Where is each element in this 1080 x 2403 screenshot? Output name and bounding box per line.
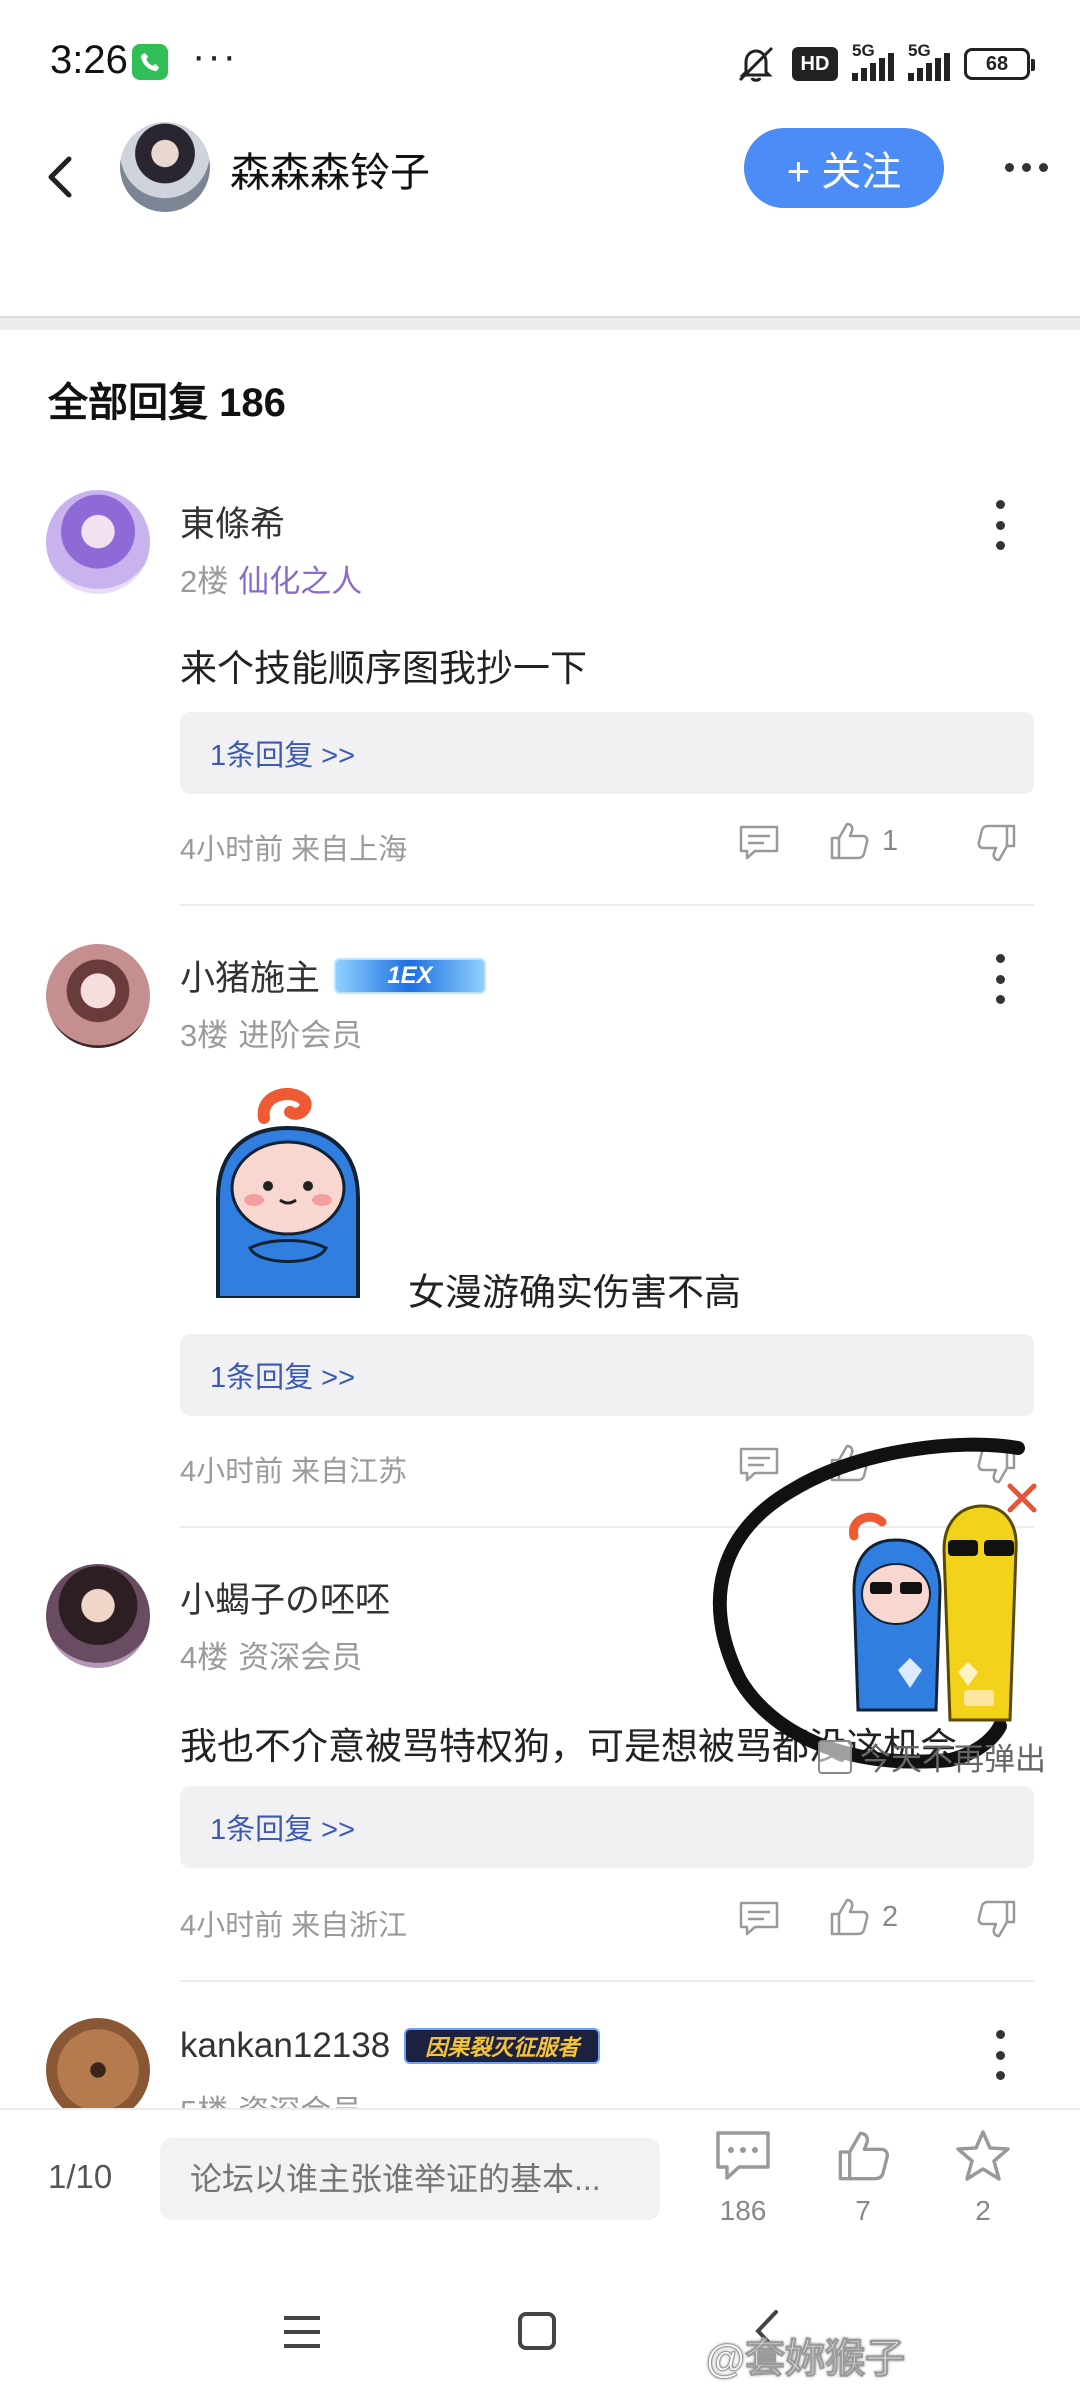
comment-meta: 4楼 资深会员 xyxy=(180,1632,362,1677)
comment-author-name: 東條希 xyxy=(180,505,286,544)
favorite-count: 2 xyxy=(975,2195,991,2226)
thumbs-down-icon xyxy=(977,824,1016,862)
comment-author[interactable]: 小猪施主 1EX xyxy=(180,950,487,1001)
comment-more-button[interactable] xyxy=(990,954,1010,1004)
avatar[interactable] xyxy=(46,2018,150,2122)
recent-apps-button[interactable] xyxy=(282,2314,322,2355)
star-icon xyxy=(956,2130,1010,2181)
call-icon xyxy=(132,44,168,80)
dislike-button[interactable] xyxy=(976,822,1018,869)
floor-number: 3楼 xyxy=(180,1018,229,1053)
user-title: 进阶会员 xyxy=(238,1018,363,1053)
reply-icon[interactable] xyxy=(738,824,780,867)
thumbs-up-icon xyxy=(830,822,869,860)
battery-icon: 68 xyxy=(964,48,1035,80)
divider xyxy=(0,316,1080,330)
dont-show-label: 今天不再弹出 xyxy=(860,1742,1046,1777)
comment-more-button[interactable] xyxy=(990,2030,1010,2080)
comment-text: 女漫游确实伤害不高 xyxy=(408,1272,741,1313)
comment-more-button[interactable] xyxy=(990,500,1010,550)
user-title: 仙化之人 xyxy=(238,564,363,599)
like-button[interactable]: 2 xyxy=(828,1896,898,1938)
user-title: 资深会员 xyxy=(238,1640,363,1675)
home-button[interactable] xyxy=(518,2312,556,2350)
signal-icon-2: 5G xyxy=(908,41,950,81)
comment-input[interactable] xyxy=(160,2138,660,2220)
reply-icon[interactable] xyxy=(738,1900,780,1943)
status-right: HD 5G 5G 68 xyxy=(734,40,1035,88)
dont-show-today[interactable]: 今天不再弹出 xyxy=(818,1734,1046,1779)
net-label-1: 5G xyxy=(852,41,875,60)
comments-button[interactable]: 186 xyxy=(698,2128,788,2227)
comment-separator xyxy=(180,904,1034,906)
dont-show-checkbox[interactable] xyxy=(818,1739,852,1774)
hd-badge: HD xyxy=(792,47,838,81)
comment-meta: 2楼 仙化之人 xyxy=(180,556,362,601)
user-badge: 1EX xyxy=(334,957,487,994)
floating-popup: 今天不再弹出 xyxy=(700,1430,1080,1810)
comment-actions: 1 xyxy=(738,818,1038,868)
comment-icon xyxy=(716,2131,770,2180)
bottom-action-bar: 1/10 186 7 2 xyxy=(0,2108,1080,2256)
comment-separator xyxy=(180,1980,1034,1982)
comment-author-name: 小猪施主 xyxy=(180,959,321,998)
like-button[interactable]: 1 xyxy=(828,820,898,862)
author-name[interactable]: 森森森铃子 xyxy=(230,140,430,198)
comment-author[interactable]: 小蝎子の呸呸 xyxy=(180,1572,390,1623)
system-nav-bar: @套妳猴子 xyxy=(0,2256,1080,2403)
status-more-dots: ··· xyxy=(192,34,238,78)
signal-icon: 5G xyxy=(852,41,894,81)
thumbs-down-icon xyxy=(977,1900,1016,1938)
floor-number: 2楼 xyxy=(180,564,229,599)
like-count: 2 xyxy=(882,1900,899,1933)
avatar[interactable] xyxy=(46,1564,150,1668)
dislike-button[interactable] xyxy=(976,1898,1018,1945)
status-bar: 3:26 ··· HD 5G 5G 68 xyxy=(0,0,1080,120)
comment-actions: 2 xyxy=(738,1894,1038,1944)
comment-meta: 3楼 进阶会员 xyxy=(180,1010,362,1055)
mute-bell-icon xyxy=(738,46,774,82)
comment-author[interactable]: kankan12138 因果裂灭征服者 xyxy=(180,2026,601,2066)
follow-button[interactable]: + 关注 xyxy=(744,128,944,208)
post-header: 森森森铃子 + 关注 xyxy=(0,118,1080,318)
comment-count: 186 xyxy=(719,2195,767,2226)
comment-text: 来个技能顺序图我抄一下 xyxy=(180,648,587,689)
popup-close-button[interactable] xyxy=(1004,1480,1040,1516)
replies-section-title: 全部回复 186 xyxy=(48,381,286,425)
chevron-left-icon xyxy=(48,156,72,198)
reply-link[interactable]: 1条回复 >> xyxy=(180,712,1034,794)
menu-icon xyxy=(284,2316,320,2348)
favorite-button[interactable]: 2 xyxy=(938,2128,1028,2227)
more-options-button[interactable] xyxy=(996,152,1056,182)
comment-time-location: 4小时前 来自江苏 xyxy=(180,1456,408,1488)
reply-link[interactable]: 1条回复 >> xyxy=(180,1334,1034,1416)
comment-time-location: 4小时前 来自浙江 xyxy=(180,1910,408,1942)
comment-author-name: kankan12138 xyxy=(180,2026,391,2065)
mascot-sticker-image xyxy=(216,1088,360,1298)
thumbs-up-icon xyxy=(838,2131,889,2181)
page-indicator[interactable]: 1/10 xyxy=(48,2158,112,2196)
avatar[interactable] xyxy=(46,490,150,594)
author-avatar[interactable] xyxy=(120,122,210,212)
watermark-text: @套妳猴子 xyxy=(705,2337,906,2382)
user-badge: 因果裂灭征服者 xyxy=(404,2028,601,2064)
comment-author-name: 小蝎子の呸呸 xyxy=(180,1581,391,1620)
net-label-2: 5G xyxy=(908,41,931,60)
comment-author[interactable]: 東條希 xyxy=(180,496,285,547)
thumbs-up-icon xyxy=(830,1898,869,1936)
status-time: 3:26 xyxy=(50,38,128,82)
like-count: 7 xyxy=(855,2195,871,2226)
comment-time-location: 4小时前 来自上海 xyxy=(180,834,408,866)
close-icon xyxy=(1007,1483,1037,1513)
like-post-button[interactable]: 7 xyxy=(818,2128,908,2227)
like-count: 1 xyxy=(882,824,899,857)
avatar[interactable] xyxy=(46,944,150,1048)
floor-number: 4楼 xyxy=(180,1640,229,1675)
back-button[interactable] xyxy=(34,142,86,212)
